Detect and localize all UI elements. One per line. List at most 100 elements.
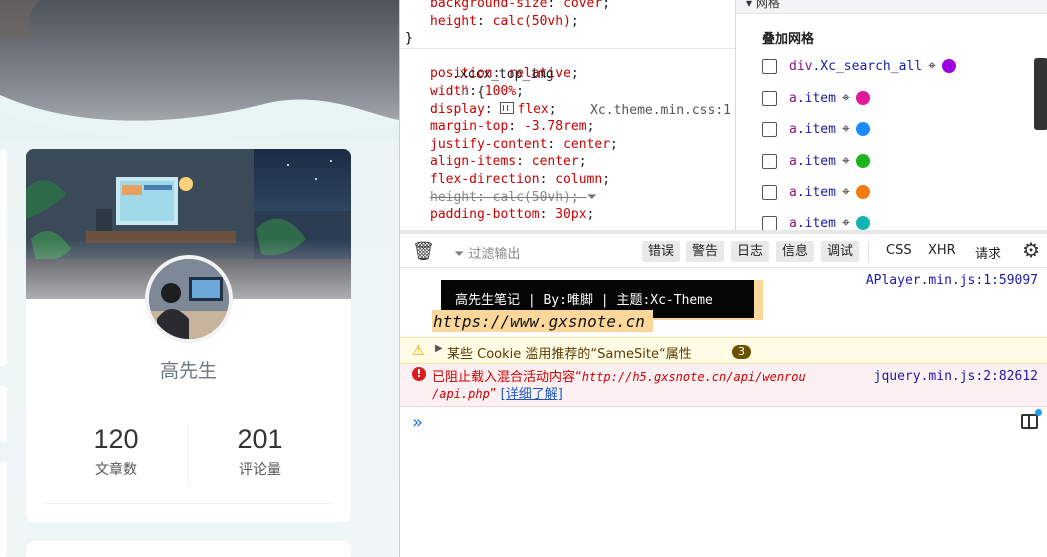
filter-xhr-button[interactable]: XHR [928,243,956,258]
level-warnings-button[interactable]: 警告 [686,241,725,262]
grid-overlay-item[interactable]: a.item ⌖ [762,182,870,202]
css-selector[interactable]: .xccx_top_img [452,67,554,82]
css-declaration-overridden[interactable]: height: calc(50vh); ⏷ [400,189,735,207]
css-declaration[interactable]: background-size: cover; [400,0,735,13]
author-avatar[interactable] [145,255,233,343]
grid-overlay-item[interactable]: a.item ⌖ [762,119,870,139]
filter-icon: ⏷ [454,247,465,262]
grid-element-selector[interactable]: div.Xc_search_all [789,59,922,74]
scrollbar-thumb[interactable] [1034,58,1047,130]
grid-overlay-item[interactable]: a.item ⌖ [762,213,870,230]
grid-element-selector[interactable]: a.item [789,216,836,231]
css-declaration[interactable]: align-items: center; [400,153,735,171]
avatar-image [149,259,229,339]
filter-icon[interactable]: ⏷ [587,189,597,207]
css-declaration[interactable]: margin-top: -3.78rem; [400,118,735,136]
author-card: 高先生 120 文章数 201 评论量 [26,149,351,522]
error-source-link[interactable]: jquery.min.js:2:82612 [874,369,1038,384]
console-sidebar-toggle-icon[interactable] [1021,409,1042,429]
grid-section-header[interactable]: ▾ 网格 [736,0,1047,14]
toolbar-divider [868,242,869,262]
side-card-edge [0,386,7,442]
console-toolbar: 🗑 ⏷ 过滤输出 错误 警告 日志 信息 调试 CSS XHR 请求 ⚙ [400,230,1047,268]
grid-element-selector[interactable]: a.item [789,185,836,200]
stat-comments-label: 评论量 [239,462,281,478]
reveal-element-icon[interactable]: ⌖ [842,90,850,106]
console-prompt-icon[interactable]: » [412,412,423,433]
stat-comments[interactable]: 201 评论量 [188,424,332,479]
styled-log-url[interactable]: https://www.gxsnote.cn [432,310,653,332]
learn-more-link[interactable]: [详细了解] [501,387,563,402]
grid-color-swatch[interactable] [855,91,870,105]
grid-element-selector[interactable]: a.item [789,91,836,106]
layout-pane[interactable]: ▾ 网格 叠加网格 div.Xc_search_all ⌖ a.item ⌖ a… [735,0,1047,230]
filter-placeholder: 过滤输出 [468,247,521,262]
filter-requests-button[interactable]: 请求 [975,243,1001,262]
reveal-element-icon[interactable]: ⌖ [928,58,936,74]
grid-color-swatch[interactable] [855,185,870,199]
console-settings-gear-icon[interactable]: ⚙ [1022,238,1040,262]
grid-badge-icon[interactable]: ⠿ [452,85,477,100]
console-output: APlayer.min.js:1:59097 高先生笔记 | By:唯脚 | 主… [400,268,1047,557]
error-url[interactable]: http://h5.gxsnote.cn/api/wenrou [582,370,806,384]
grid-color-swatch[interactable] [941,59,956,73]
css-declaration[interactable]: height: calc(50vh); [400,13,735,31]
filter-output-input[interactable]: ⏷ 过滤输出 [454,243,520,262]
stat-articles-value: 120 [93,424,139,454]
grid-overlay-item[interactable]: div.Xc_search_all ⌖ [762,56,956,76]
grid-overlay-checkbox[interactable] [762,184,777,200]
css-source-link[interactable]: Xc.theme.min.css:1 [590,102,731,120]
reveal-element-icon[interactable]: ⌖ [842,121,850,137]
stat-articles-label: 文章数 [95,462,137,478]
grid-overlay-checkbox[interactable] [762,121,777,137]
stats-divider [44,503,332,504]
level-info-button[interactable]: 信息 [776,241,815,262]
warning-count-badge: 3 [732,345,751,359]
console-warning-message[interactable]: ⚠ ▶ 某些 Cookie 滥用推荐的“SameSite“属性 3 [400,337,1047,364]
reveal-element-icon[interactable]: ⌖ [842,153,850,169]
css-declaration[interactable]: padding-bottom: 30px; [400,206,735,224]
css-declaration[interactable]: justify-content: center; [400,136,735,154]
grid-color-swatch[interactable] [855,154,870,168]
stat-articles[interactable]: 120 文章数 [44,424,188,479]
author-stats: 120 文章数 201 评论量 [44,424,332,504]
level-debug-button[interactable]: 调试 [821,241,860,262]
grid-overlay-checkbox[interactable] [762,90,777,106]
clear-console-icon[interactable]: 🗑 [412,241,435,262]
next-card [26,541,351,557]
grid-overlay-checkbox[interactable] [762,153,777,169]
side-card-edge [0,150,7,366]
log-source-link[interactable]: APlayer.min.js:1:59097 [866,273,1038,288]
grid-overlay-checkbox[interactable] [762,58,777,74]
grid-overlay-item[interactable]: a.item ⌖ [762,88,870,108]
filter-css-button[interactable]: CSS [886,243,912,258]
expand-triangle-icon[interactable]: ▶ [435,343,443,354]
devtools-panel: background-size: cover; height: calc(50v… [399,0,1047,557]
styles-pane[interactable]: background-size: cover; height: calc(50v… [400,0,735,230]
warning-text: 某些 Cookie 滥用推荐的“SameSite“属性 [447,347,692,362]
banner-wave [0,0,399,140]
reveal-element-icon[interactable]: ⌖ [842,215,850,230]
console-log-message: APlayer.min.js:1:59097 高先生笔记 | By:唯脚 | 主… [400,268,1047,337]
author-name: 高先生 [159,360,217,382]
level-errors-button[interactable]: 错误 [642,241,681,262]
level-logs-button[interactable]: 日志 [731,241,770,262]
grid-overlay-title: 叠加网格 [762,32,815,47]
grid-element-selector[interactable]: a.item [789,154,836,169]
css-rule-header[interactable]: .xccx_top_img ⠿ { Xc.theme.min.css:1 [400,47,735,118]
stat-comments-value: 201 [237,424,283,454]
reveal-element-icon[interactable]: ⌖ [842,184,850,200]
grid-overlay-checkbox[interactable] [762,215,777,230]
css-declaration[interactable]: flex-direction: column; [400,171,735,189]
web-page: 高先生 120 文章数 201 评论量 [0,0,399,557]
grid-color-swatch[interactable] [855,122,870,136]
css-rule-open: { [477,84,485,100]
error-icon: ! [412,367,426,381]
grid-section-title: 网格 [755,0,780,10]
flexbox-editor-icon[interactable] [500,101,515,114]
grid-element-selector[interactable]: a.item [789,122,836,137]
console-error-message[interactable]: ! 已阻止载入混合活动内容“http://h5.gxsnote.cn/api/w… [400,364,1047,407]
grid-color-swatch[interactable] [855,216,870,230]
error-text: 已阻止载入混合活动内容“http://h5.gxsnote.cn/api/wen… [432,370,806,402]
grid-overlay-item[interactable]: a.item ⌖ [762,151,870,171]
